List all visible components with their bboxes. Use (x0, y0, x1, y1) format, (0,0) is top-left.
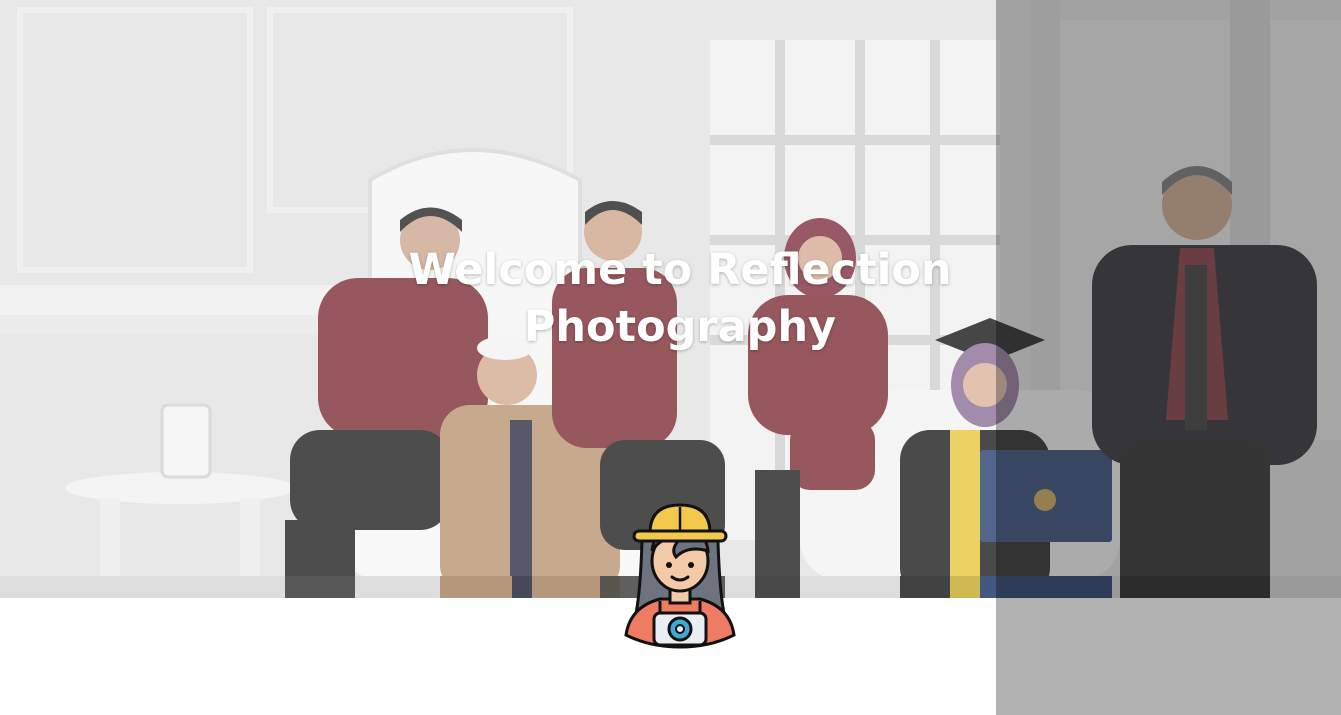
landing-page: Welcome to Reflection Photography (0, 0, 1341, 715)
hero-title: Welcome to Reflection Photography (408, 245, 952, 352)
photographer-avatar-icon[interactable] (620, 499, 740, 649)
